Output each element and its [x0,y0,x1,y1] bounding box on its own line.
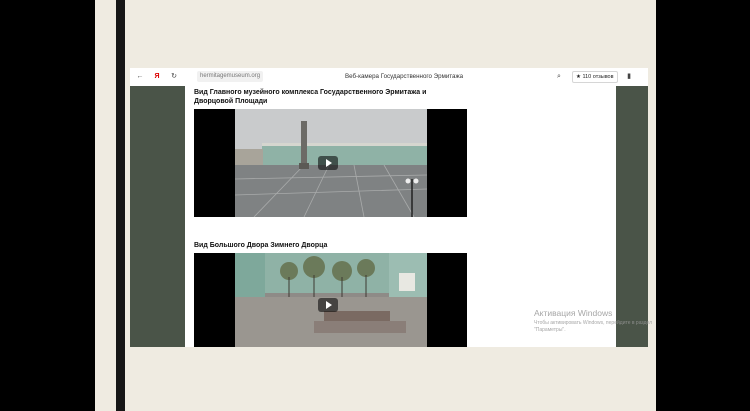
play-button-icon[interactable] [318,298,338,312]
windows-activation-title: Активация Windows [534,308,613,318]
address-bar-host[interactable]: hermitagemuseum.org [197,71,264,82]
browser-toolbar: ← Я ↻ hermitagemuseum.org Веб-камера Гос… [130,68,648,87]
star-icon: ★ [576,74,581,80]
windows-activation-subtitle: Чтобы активировать Windows, перейдите в … [534,320,653,333]
video-player-great-courtyard[interactable] [194,253,467,347]
camera-heading-courtyard: Вид Большого Двора Зимнего Дворца [194,242,328,249]
slide-dark-stripe [116,0,125,411]
browser-screenshot: ← Я ↻ hermitagemuseum.org Веб-камера Гос… [130,68,648,347]
play-button-icon[interactable] [318,156,338,170]
page-title: Веб-камера Государственного Эрмитажа [345,73,464,80]
page-right-margin [616,86,648,347]
yandex-logo-icon[interactable]: Я [152,72,162,82]
video-player-palace-square[interactable] [194,109,467,217]
search-icon[interactable]: ⌕ [554,72,564,82]
reload-icon[interactable]: ↻ [169,72,179,82]
reviews-label: 110 отзывов [582,74,614,80]
bookmark-icon[interactable]: ▮ [624,72,634,82]
reviews-button[interactable]: ★ 110 отзывов [572,71,618,83]
camera-heading-main: Вид Главного музейного комплекса Государ… [194,89,427,105]
back-arrow-icon[interactable]: ← [135,72,145,82]
page-left-margin [130,86,185,347]
